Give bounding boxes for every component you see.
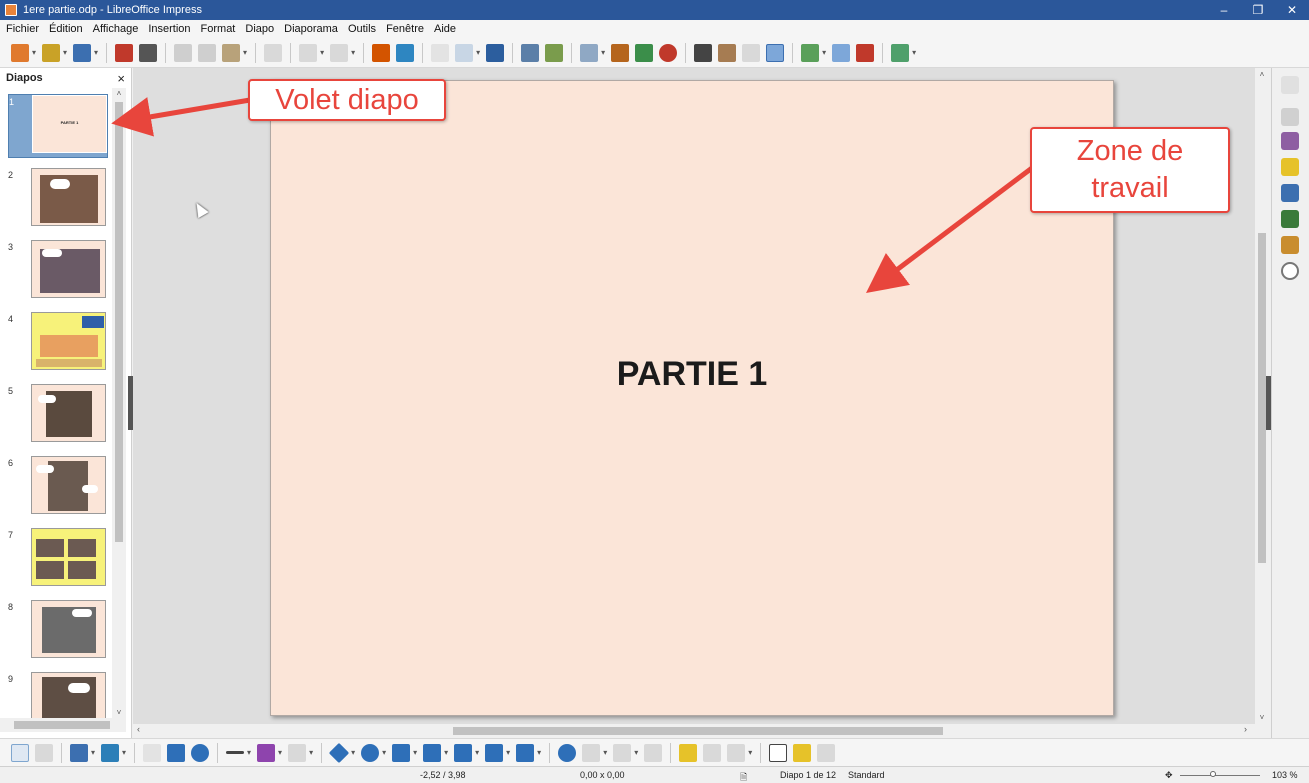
callout-volet-text: Volet diapo [275,84,419,116]
annotation-arrows [111,97,1034,294]
callout-zone-line1: Zone de [1076,135,1184,167]
callout-zone-travail: Zone de travail [1030,127,1230,213]
callout-volet-diapo: Volet diapo [248,79,446,121]
arrow-to-work-area [866,166,1034,294]
arrow-to-slide-pane [111,97,251,137]
callout-zone-line2: travail [1091,172,1169,204]
